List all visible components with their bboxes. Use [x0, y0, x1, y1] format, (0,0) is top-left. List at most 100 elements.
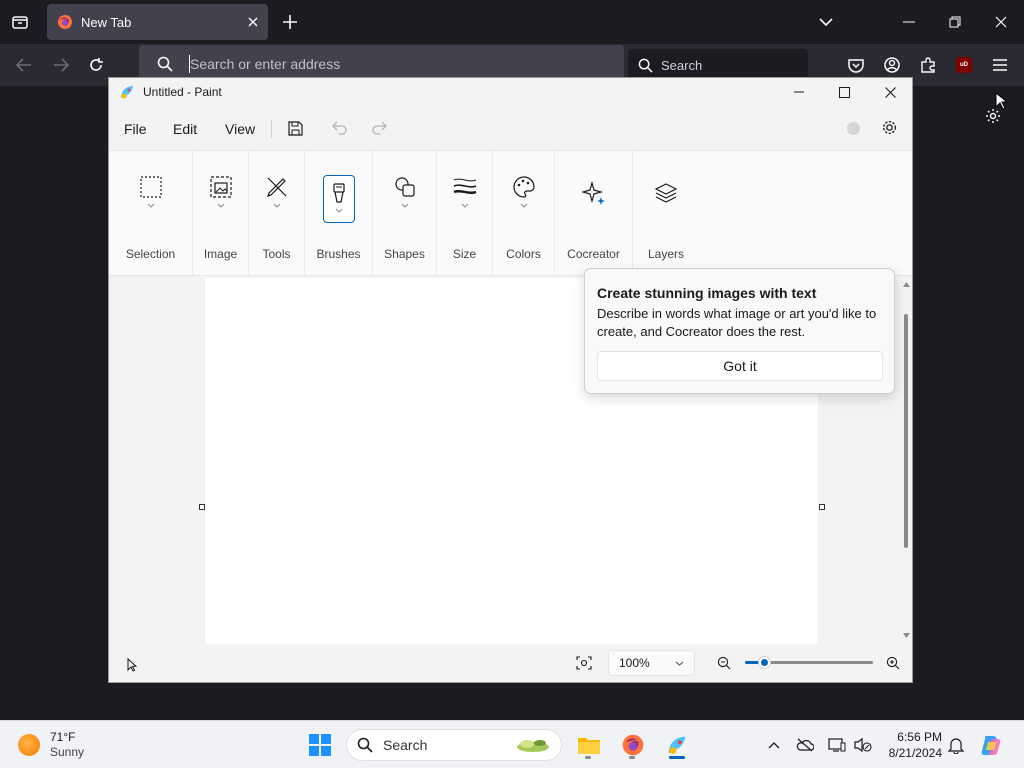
weather-widget[interactable]: 71°F Sunny	[18, 729, 84, 761]
search-icon	[357, 737, 373, 753]
extensions-puzzle-icon[interactable]	[916, 53, 940, 77]
ribbon-group-tools[interactable]: Tools	[249, 151, 305, 275]
menu-edit[interactable]: Edit	[173, 121, 197, 137]
window-title: Untitled - Paint	[143, 85, 222, 99]
pointer-position-icon	[127, 658, 137, 672]
profile-avatar-icon[interactable]	[841, 116, 865, 140]
search-icon	[638, 58, 653, 73]
zoom-slider[interactable]	[745, 657, 873, 668]
notification-bell-icon[interactable]	[944, 733, 968, 757]
popup-body: Describe in words what image or art you'…	[597, 306, 877, 339]
ribbon-group-shapes[interactable]: Shapes	[373, 151, 437, 275]
menu-divider	[271, 120, 272, 138]
zoom-out-icon[interactable]	[712, 651, 736, 675]
onedrive-off-icon[interactable]	[793, 733, 817, 757]
save-icon[interactable]	[283, 116, 307, 140]
ublock-origin-icon[interactable]: uD	[952, 53, 976, 77]
paint-title-bar: Untitled - Paint	[109, 78, 912, 106]
ribbon-label: Selection	[125, 247, 176, 261]
ribbon-label: Size	[452, 247, 477, 261]
ribbon-label: Colors	[506, 247, 541, 261]
stroke-size-icon	[448, 175, 482, 221]
list-tabs-chevron-icon[interactable]	[814, 10, 838, 34]
zoom-in-icon[interactable]	[881, 651, 905, 675]
volume-muted-icon[interactable]	[851, 733, 875, 757]
canvas-resize-handle-right[interactable]	[819, 504, 825, 510]
all-tabs-icon[interactable]	[8, 10, 32, 34]
firefox-taskbar-icon[interactable]	[619, 732, 647, 759]
tab-title: New Tab	[81, 14, 132, 30]
ribbon-label: Brushes	[316, 247, 361, 261]
ribbon-group-layers[interactable]: Layers	[633, 151, 699, 275]
ribbon-label: Shapes	[384, 247, 425, 261]
popup-title: Create stunning images with text	[597, 285, 817, 301]
menu-file[interactable]: File	[124, 121, 147, 137]
paint-menu-bar: File Edit View	[109, 106, 912, 150]
scrollbar-thumb[interactable]	[904, 314, 908, 548]
paint-taskbar-icon[interactable]	[663, 732, 691, 759]
windows-start-icon[interactable]	[305, 732, 335, 758]
mouse-cursor-icon	[995, 92, 1007, 110]
search-highlight-icon	[513, 735, 553, 755]
ribbon-group-brushes[interactable]: Brushes	[305, 151, 373, 275]
hamburger-menu-icon[interactable]	[988, 53, 1012, 77]
image-icon	[204, 175, 238, 221]
copilot-icon[interactable]	[978, 731, 1006, 759]
browser-tab-new[interactable]: New Tab	[47, 4, 268, 40]
tools-pencil-icon	[260, 175, 294, 221]
shapes-icon	[388, 175, 422, 221]
ribbon-group-cocreator[interactable]: Cocreator	[555, 151, 633, 275]
zoom-slider-track	[765, 661, 873, 664]
palette-icon	[507, 175, 541, 221]
zoom-slider-thumb[interactable]	[759, 657, 770, 668]
menu-view[interactable]: View	[225, 121, 255, 137]
maximize-icon[interactable]	[832, 80, 856, 104]
close-tab-icon[interactable]	[248, 17, 258, 27]
clock-time: 6:56 PM	[897, 730, 942, 744]
forward-arrow-icon[interactable]	[49, 53, 73, 77]
restore-window-icon[interactable]	[943, 10, 967, 34]
ribbon-label: Image	[203, 247, 238, 261]
clock-date: 8/21/2024	[888, 746, 942, 760]
search-placeholder: Search	[661, 57, 703, 73]
ribbon-group-image[interactable]: Image	[193, 151, 249, 275]
taskbar-search-box[interactable]: Search	[346, 729, 562, 761]
fit-to-window-icon[interactable]	[572, 651, 596, 675]
cocreator-teaching-tip: Create stunning images with text Describ…	[584, 268, 895, 394]
reload-icon[interactable]	[84, 53, 108, 77]
undo-icon[interactable]	[328, 116, 352, 140]
ribbon-group-size[interactable]: Size	[437, 151, 493, 275]
got-it-button[interactable]: Got it	[597, 351, 883, 381]
windows-taskbar: 71°F Sunny Search 6:56 PM 8/21/2024	[0, 720, 1024, 768]
canvas-resize-handle-left[interactable]	[199, 504, 205, 510]
firefox-favicon-icon	[57, 14, 73, 30]
selection-rectangle-icon	[134, 175, 168, 221]
show-hidden-icons-chevron-icon[interactable]	[762, 733, 786, 757]
file-explorer-icon[interactable]	[575, 732, 603, 759]
close-window-icon[interactable]	[989, 10, 1013, 34]
zoom-level-select[interactable]: 100%	[608, 650, 695, 676]
ribbon-group-colors[interactable]: Colors	[493, 151, 555, 275]
network-display-icon[interactable]	[825, 733, 849, 757]
pocket-icon[interactable]	[844, 53, 868, 77]
minimize-window-icon[interactable]	[897, 10, 921, 34]
ribbon-label: Layers	[647, 247, 685, 261]
sun-weather-icon	[18, 734, 40, 756]
minimize-icon[interactable]	[787, 80, 811, 104]
paint-window: Untitled - Paint File Edit View Selectio…	[108, 77, 913, 683]
ribbon-group-selection[interactable]: Selection	[109, 151, 193, 275]
close-icon[interactable]	[878, 80, 902, 104]
ribbon-label: Tools	[262, 247, 291, 261]
search-icon	[157, 56, 173, 72]
ribbon-label: Cocreator	[567, 247, 620, 261]
chevron-down-icon	[675, 661, 684, 666]
new-tab-icon[interactable]	[278, 10, 302, 34]
redo-icon[interactable]	[367, 116, 391, 140]
clock[interactable]: 6:56 PM 8/21/2024	[878, 729, 942, 761]
vertical-scrollbar[interactable]	[901, 278, 912, 644]
back-arrow-icon[interactable]	[12, 53, 36, 77]
settings-gear-icon[interactable]	[877, 115, 901, 139]
layers-icon	[649, 181, 683, 227]
brush-icon	[322, 175, 355, 223]
account-icon[interactable]	[880, 53, 904, 77]
